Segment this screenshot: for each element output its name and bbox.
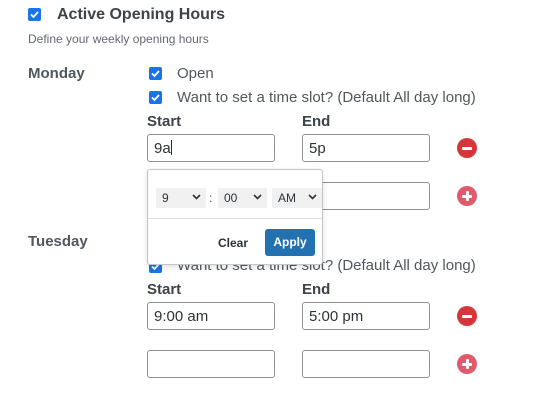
monday-end-label: End [302, 113, 331, 130]
minus-circle-icon[interactable] [457, 138, 477, 158]
monday-slot-1-start-input[interactable]: 9a [147, 134, 275, 162]
plus-circle-icon[interactable] [457, 186, 477, 206]
active-hours-checkbox[interactable] [28, 8, 41, 21]
hour-select[interactable]: 9 [156, 188, 206, 208]
check-icon [151, 94, 160, 102]
monday-slot-1-start-value: 9a [154, 140, 171, 157]
check-icon [30, 11, 39, 19]
popup-divider [148, 218, 322, 219]
tuesday-slot-2-start-input[interactable] [147, 350, 275, 378]
minus-circle-icon[interactable] [457, 306, 477, 326]
monday-timeslot-checkbox[interactable] [149, 91, 162, 104]
clear-button[interactable]: Clear [218, 236, 248, 250]
chevron-down-icon [308, 194, 317, 200]
text-caret [170, 140, 172, 155]
tuesday-slot-2-end-input[interactable] [302, 350, 430, 378]
tuesday-slot-1-end-input[interactable]: 5:00 pm [302, 302, 430, 330]
page-title: Active Opening Hours [57, 6, 226, 23]
time-picker-popup: 9 : 00 AM Clear Apply [147, 169, 323, 265]
day-label-tuesday: Tuesday [28, 233, 88, 250]
apply-button[interactable]: Apply [265, 229, 315, 256]
chevron-down-icon [192, 194, 201, 200]
period-select[interactable]: AM [272, 188, 322, 208]
minute-value: 00 [224, 191, 238, 205]
check-icon [151, 70, 160, 78]
monday-start-label: Start [147, 113, 182, 130]
chevron-down-icon [253, 194, 262, 200]
monday-open-label: Open [177, 65, 214, 82]
time-separator: : [209, 191, 213, 205]
monday-slot-1-end-input[interactable]: 5p [302, 134, 430, 162]
tuesday-slot-1-start-input[interactable]: 9:00 am [147, 302, 275, 330]
plus-circle-icon[interactable] [457, 354, 477, 374]
page-subtitle: Define your weekly opening hours [28, 32, 209, 46]
tuesday-end-label: End [302, 281, 331, 298]
monday-timeslot-label: Want to set a time slot? (Default All da… [177, 89, 476, 106]
day-label-monday: Monday [28, 65, 85, 82]
monday-open-checkbox[interactable] [149, 67, 162, 80]
hour-value: 9 [162, 191, 169, 205]
period-value: AM [278, 191, 296, 205]
minute-select[interactable]: 00 [218, 188, 267, 208]
tuesday-start-label: Start [147, 281, 182, 298]
